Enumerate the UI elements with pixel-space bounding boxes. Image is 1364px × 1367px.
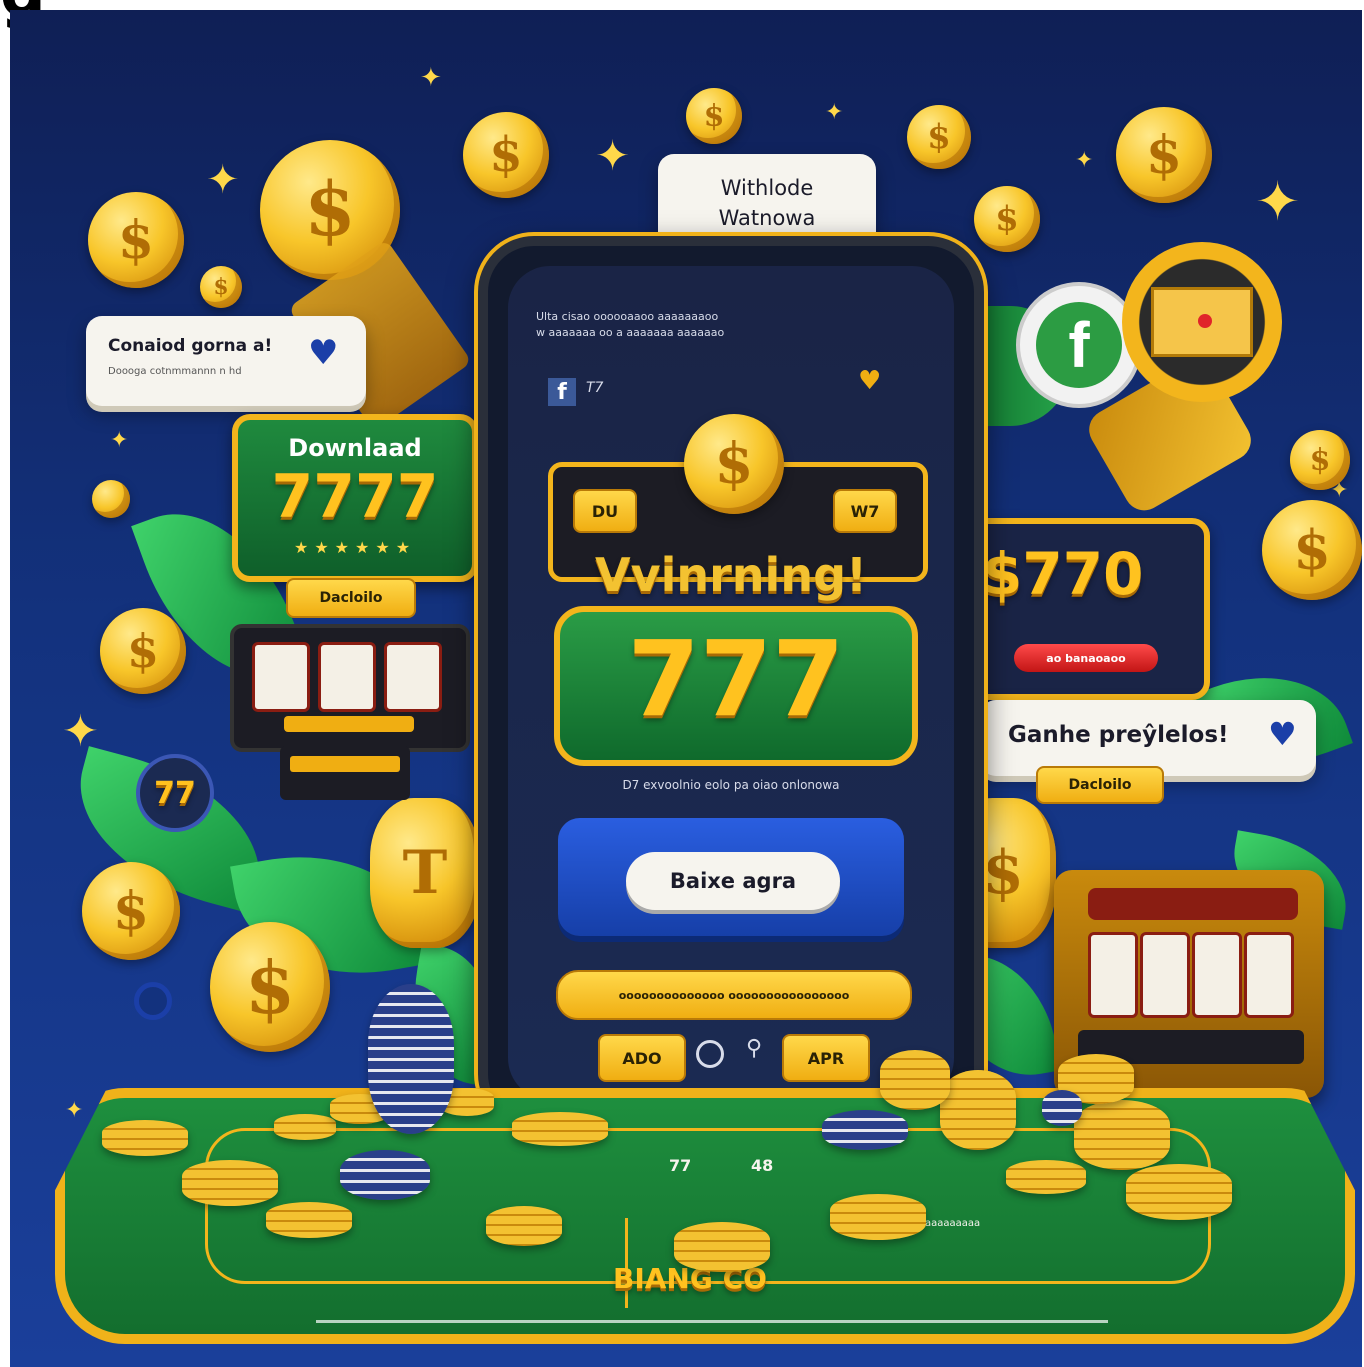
reel-right: W7: [833, 489, 897, 533]
dollar-coin-icon: $: [1116, 107, 1212, 203]
withdraw-line-1: Withlode: [720, 176, 814, 200]
phone-mockup: Ulta cisao oooooaaoo aaaaaaaoo w aaaaaaa…: [478, 236, 984, 1130]
winning-text: Vvinrning!: [595, 548, 867, 602]
coin-stack: [486, 1206, 562, 1246]
phone-top-text: Ulta cisao oooooaaoo aaaaaaaoo: [536, 310, 719, 323]
withdraw-line-2: Watnowa: [718, 206, 816, 230]
yellow-info-bar[interactable]: oooooooooooooo oooooooooooooooo: [556, 970, 912, 1020]
dollar-coin-icon: $: [1262, 500, 1362, 600]
heart-icon: ♥: [858, 366, 882, 396]
facebook-icon: f: [1016, 282, 1142, 408]
app-label: T7: [586, 380, 604, 396]
clock-icon: [696, 1040, 724, 1068]
slot-reel: [252, 642, 310, 712]
bottom-divider: [316, 1320, 1108, 1323]
seven-badge: 77: [136, 754, 214, 832]
pin-icon: ⚲: [746, 1036, 763, 1061]
red-claim-button[interactable]: ao banaoaoo: [1014, 644, 1158, 672]
sparkle-icon: ✦: [65, 1098, 84, 1123]
right-pill-button[interactable]: APR: [782, 1034, 870, 1082]
table-number-left: 77: [669, 1156, 692, 1175]
sparkle-icon: ✦: [1075, 148, 1094, 173]
download-card-title: Downlaad: [288, 434, 422, 462]
prize-amount: $770: [982, 540, 1144, 608]
ganhe-text: Ganhe preŷlelos!: [1008, 722, 1229, 748]
sparkle-icon: ✦: [206, 157, 240, 203]
coin-stack: [830, 1194, 926, 1240]
dollar-coin-icon: $: [974, 186, 1040, 252]
dollar-coin-icon: $: [907, 105, 971, 169]
heart-icon: ♥: [1268, 715, 1297, 753]
sparkle-icon: ✦: [595, 131, 631, 180]
download-card-number: 7777: [271, 462, 439, 532]
cta-panel: Baixe agra: [558, 818, 904, 936]
dollar-coin-icon: $: [100, 608, 186, 694]
table-number-right: 48: [751, 1156, 774, 1175]
phone-top-text-2: w aaaaaaa oo a aaaaaaa aaaaaao: [536, 326, 725, 339]
table-small-sign: aaaaaaaaa: [925, 1218, 981, 1229]
dollar-coin-icon: $: [82, 862, 180, 960]
phone-screen: Ulta cisao oooooaaoo aaaaaaaoo w aaaaaaa…: [508, 266, 954, 1100]
coin-stack: [182, 1160, 278, 1206]
heart-icon: ♥: [308, 333, 339, 373]
sparkle-icon: ✦: [1255, 170, 1301, 233]
envelope-icon: [1122, 242, 1282, 402]
poker-chip-icon: [822, 1110, 908, 1150]
phone-caption: D7 exvoolnio eolo pa oiao onlonowa: [622, 778, 840, 792]
dollar-coin-icon: $: [210, 922, 330, 1052]
coin-stack: [1074, 1100, 1170, 1170]
blue-ring-decoration: [134, 982, 172, 1020]
poker-chip-stack: [368, 984, 454, 1134]
coin-stack: [1006, 1160, 1086, 1194]
coin-stack: [880, 1050, 950, 1110]
sparkle-icon: ✦: [825, 100, 844, 125]
slot-reel: [384, 642, 442, 712]
sparkle-icon: ✦: [420, 63, 442, 93]
baixe-agora-button[interactable]: Baixe agra: [626, 852, 840, 910]
download-notification-bubble: Conaiod gorna a! Doooga cotnmmannn n hd …: [86, 316, 366, 406]
dollar-coin-icon: $: [684, 414, 784, 514]
dollar-coin-icon: $: [200, 266, 242, 308]
promo-poster: ✦ ✦ ✦ ✦ ✦ ✦ ✦ ✦ ✦ ✦ ✦ $ $ $ $ $ $ $ $ $ …: [10, 10, 1362, 1367]
dollar-coin-icon: $: [88, 192, 184, 288]
coin-stack: [274, 1114, 336, 1140]
dollar-coin-icon: $: [686, 88, 742, 144]
ganhe-tag[interactable]: Dacloilo: [1036, 766, 1164, 804]
coin-stack: [512, 1112, 608, 1146]
prize-amount-card: $770 ao banaoaoo: [958, 518, 1210, 700]
coin-stack: [266, 1202, 352, 1238]
slot-reel: [1088, 932, 1138, 1018]
reel-left: DU: [573, 489, 637, 533]
poker-chip-icon: [1042, 1090, 1082, 1126]
jackpot-panel: 777: [554, 606, 918, 766]
slot-reel: [1244, 932, 1294, 1018]
download-7777-card[interactable]: Downlaad 7777 ★★★★★★: [232, 414, 478, 582]
rating-stars: ★★★★★★: [293, 538, 417, 557]
download-bubble-title: Conaiod gorna a!: [108, 336, 273, 356]
coin-stack: [1126, 1164, 1232, 1220]
poker-chip-icon: [340, 1150, 430, 1200]
download-card-button[interactable]: Dacloilo: [286, 578, 416, 618]
slot-reel: [318, 642, 376, 712]
ganhe-premios-bubble: Ganhe preŷlelos! ♥: [980, 700, 1316, 776]
sparkle-icon: ✦: [110, 428, 129, 453]
slot-machine-icon: [230, 624, 470, 752]
download-bubble-subtitle: Doooga cotnmmannn n hd: [108, 366, 242, 377]
left-pill-button[interactable]: ADO: [598, 1034, 686, 1082]
facebook-icon: f: [548, 378, 576, 406]
coin-stack: [674, 1222, 770, 1272]
dollar-coin-icon: $: [1290, 430, 1350, 490]
coin-stack: [102, 1120, 188, 1156]
big-gold-coin: T: [370, 798, 480, 948]
slot-reel: [1140, 932, 1190, 1018]
dollar-coin-icon: $: [463, 112, 549, 198]
coin-stack: [940, 1070, 1016, 1150]
jackpot-number: 777: [627, 618, 845, 740]
dollar-coin-icon: [92, 480, 130, 518]
slot-reel: [1192, 932, 1242, 1018]
slot-machine-base: [280, 746, 410, 800]
